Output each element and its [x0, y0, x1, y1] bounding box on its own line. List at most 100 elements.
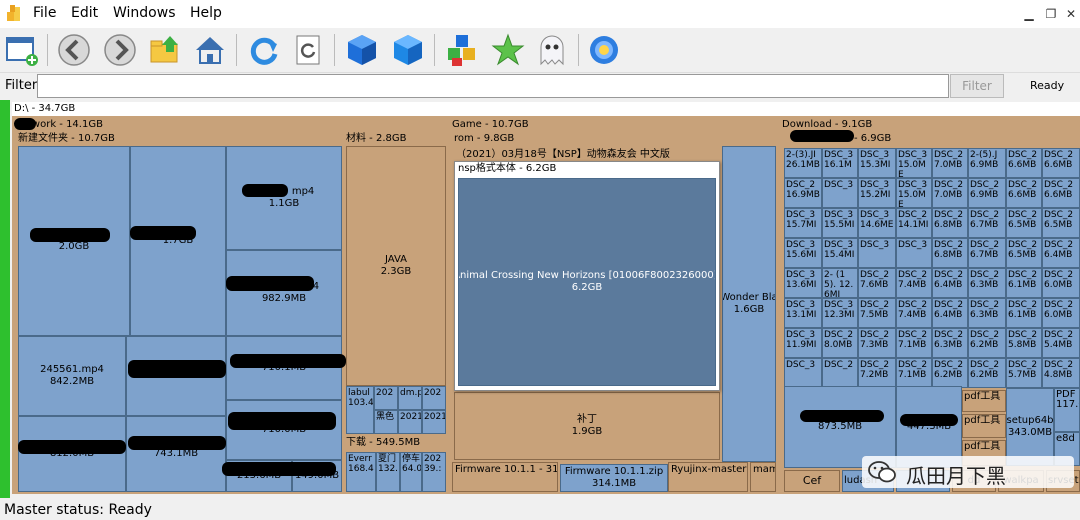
small-file[interactable]: 202 39.:	[422, 452, 446, 492]
photo-file[interactable]: DSC_2 6.5MB	[1006, 238, 1042, 268]
cube-expand-button[interactable]	[390, 32, 426, 68]
materials-header[interactable]: 材料 - 2.8GB	[344, 132, 448, 146]
up-folder-button[interactable]	[148, 32, 184, 68]
restore-button[interactable]: ❐	[1040, 5, 1062, 23]
nsp-folder-header[interactable]: （2021）03月18号【NSP】动物森友会 中文版	[454, 148, 720, 162]
photo-file[interactable]: DSC_2 7.5MB	[858, 298, 896, 328]
photo-file[interactable]: DSC_2 6.2MB	[968, 358, 1006, 388]
small-file[interactable]: dm.p	[398, 386, 422, 410]
back-button[interactable]	[56, 32, 92, 68]
photo-file[interactable]: DSC_3 14.6ME	[858, 208, 896, 238]
java-folder[interactable]: JAVA 2.3GB	[346, 146, 446, 386]
photo-file[interactable]: DSC_2 6.8MB	[932, 208, 968, 238]
small-file[interactable]: labul 103.4	[346, 386, 374, 434]
small-file[interactable]: 黑色	[374, 410, 398, 434]
rom-header[interactable]: rom - 9.8GB	[452, 132, 776, 146]
photo-file[interactable]: DSC_3 15.4MI	[822, 238, 858, 268]
photo-file[interactable]: DSC_2 6.2MB	[932, 358, 968, 388]
photo-file[interactable]: DSC_2 6.6MB	[1042, 178, 1080, 208]
photo-file[interactable]: DSC_2 6.3MB	[968, 268, 1006, 298]
filter-input[interactable]	[37, 74, 949, 98]
photo-file[interactable]: DSC_3 15.7MI	[784, 208, 822, 238]
patch-folder[interactable]: 补丁 1.9GB	[454, 392, 720, 460]
firmware-folder[interactable]: Firmware 10.1.1 - 314	[452, 462, 558, 492]
file-block[interactable]: 245561.mp4 842.2MB	[18, 336, 126, 416]
downloads-folder-header[interactable]: 下载 - 549.5MB	[344, 436, 448, 450]
photo-file[interactable]: DSC_2 7.4MB	[896, 298, 932, 328]
settings-button[interactable]	[586, 32, 622, 68]
photo-file[interactable]: DSC_3	[784, 358, 822, 388]
new-window-button[interactable]	[4, 32, 40, 68]
photo-file[interactable]: DSC_2 6.7MB	[968, 208, 1006, 238]
pdf-tool-folder[interactable]: pdf工具	[962, 414, 1006, 438]
photo-file[interactable]: DSC_2 6.6MB	[1042, 148, 1080, 178]
cube-button[interactable]	[344, 32, 380, 68]
file-block[interactable]: 743.1MB	[126, 416, 226, 492]
photo-file[interactable]: DSC_2 7.0MB	[932, 178, 968, 208]
photo-file[interactable]: 2-(5).J 6.9MB	[968, 148, 1006, 178]
photo-file[interactable]: DSC_3 13.6MI	[784, 268, 822, 298]
photo-file[interactable]: DSC_2 7.1MB	[896, 328, 932, 358]
photo-file[interactable]: DSC_3 16.1M	[822, 148, 858, 178]
work-sub-header[interactable]: 新建文件夹 - 10.7GB	[16, 132, 342, 146]
animal-crossing-file[interactable]: Animal Crossing New Horizons [01006F8002…	[458, 178, 716, 386]
photo-file[interactable]: DSC_2 7.0MB	[932, 148, 968, 178]
photo-file[interactable]: DSC_2 8.0MB	[822, 328, 858, 358]
file-block[interactable]: 1.7GB	[130, 146, 226, 336]
menu-windows[interactable]: Windows	[113, 5, 176, 21]
photo-file[interactable]: DSC_2 6.4MB	[932, 268, 968, 298]
photo-file[interactable]: DSC_2 6.4MB	[932, 298, 968, 328]
photo-file[interactable]: DSC_2 5.8MB	[1006, 328, 1042, 358]
photo-file[interactable]: DSC_3 13.1MI	[784, 298, 822, 328]
ryujinx-folder[interactable]: Ryujinx-master	[668, 462, 748, 492]
photo-file[interactable]: DSC_2 14.1MI	[896, 208, 932, 238]
photo-file[interactable]: DSC_2 7.3MB	[858, 328, 896, 358]
photo-file[interactable]: DSC_3 12.3MI	[822, 298, 858, 328]
photo-file[interactable]: DSC_3	[896, 238, 932, 268]
photo-file[interactable]: DSC_2 6.0MB	[1042, 268, 1080, 298]
photo-file[interactable]: DSC_2 6.0MB	[1042, 298, 1080, 328]
small-file[interactable]: Everr 168.4	[346, 452, 376, 492]
photo-file[interactable]: DSC_3 15.0ME	[896, 178, 932, 208]
photo-file[interactable]: DSC_2 7.6MB	[858, 268, 896, 298]
photo-file[interactable]: DSC_3 15.5MI	[822, 208, 858, 238]
photo-file[interactable]: DSC_2 7.4MB	[896, 268, 932, 298]
photo-file[interactable]: DSC_2	[822, 358, 858, 388]
photo-file[interactable]: DSC_3 15.6MI	[784, 238, 822, 268]
photo-file[interactable]: DSC_2 6.2MB	[968, 328, 1006, 358]
refresh-all-button[interactable]	[290, 32, 326, 68]
photo-file[interactable]: DSC_3 15.0ME	[896, 148, 932, 178]
photo-file[interactable]: DSC_2 6.6MB	[1006, 178, 1042, 208]
photo-file[interactable]: DSC_2 4.8MB	[1042, 358, 1080, 388]
forward-button[interactable]	[102, 32, 138, 68]
menu-file[interactable]: File	[33, 5, 56, 21]
firmware-zip[interactable]: Firmware 10.1.1.zip 314.1MB	[560, 464, 668, 492]
pdf-file[interactable]: PDF117.0	[1054, 388, 1080, 432]
photo-file[interactable]: 2-(3).JI 26.1MB	[784, 148, 822, 178]
small-file[interactable]: 2021	[422, 410, 446, 434]
filter-button[interactable]: Filter	[950, 74, 1004, 98]
small-file[interactable]: 2021	[398, 410, 422, 434]
photo-file[interactable]: DSC_3 15.2MI	[858, 178, 896, 208]
photo-file[interactable]: DSC_2 16.9MB	[784, 178, 822, 208]
ghost-button[interactable]	[534, 32, 570, 68]
mam-folder[interactable]: mam	[750, 462, 776, 492]
photo-file[interactable]: DSC_2 6.5MB	[1006, 208, 1042, 238]
photo-file[interactable]: DSC_2 6.7MB	[968, 238, 1006, 268]
photo-file[interactable]: DSC_2 7.1MB	[896, 358, 932, 388]
menu-edit[interactable]: Edit	[71, 5, 98, 21]
photo-file[interactable]: DSC_2 6.8MB	[932, 238, 968, 268]
photo-file[interactable]: DSC_2 6.3MB	[932, 328, 968, 358]
file-block[interactable]: 710.0MB	[226, 400, 342, 460]
file-types-button[interactable]	[444, 32, 480, 68]
close-button[interactable]: ✕	[1060, 5, 1080, 23]
cef-folder[interactable]: Cef	[784, 470, 840, 492]
favorites-button[interactable]	[490, 32, 526, 68]
game-header[interactable]: Game - 10.7GB	[450, 118, 778, 132]
file-block[interactable]: mp4982.9MB	[226, 250, 342, 336]
photo-file[interactable]: DSC_3	[858, 238, 896, 268]
photo-file[interactable]: DSC_3 15.3MI	[858, 148, 896, 178]
nsp-folder-popup[interactable]: nsp格式本体 - 6.2GB Animal Crossing New Hori…	[454, 161, 720, 391]
file-block[interactable]: Wonder Bla 1.6GB	[722, 146, 776, 462]
photo-file[interactable]: DSC_2 6.1MB	[1006, 268, 1042, 298]
